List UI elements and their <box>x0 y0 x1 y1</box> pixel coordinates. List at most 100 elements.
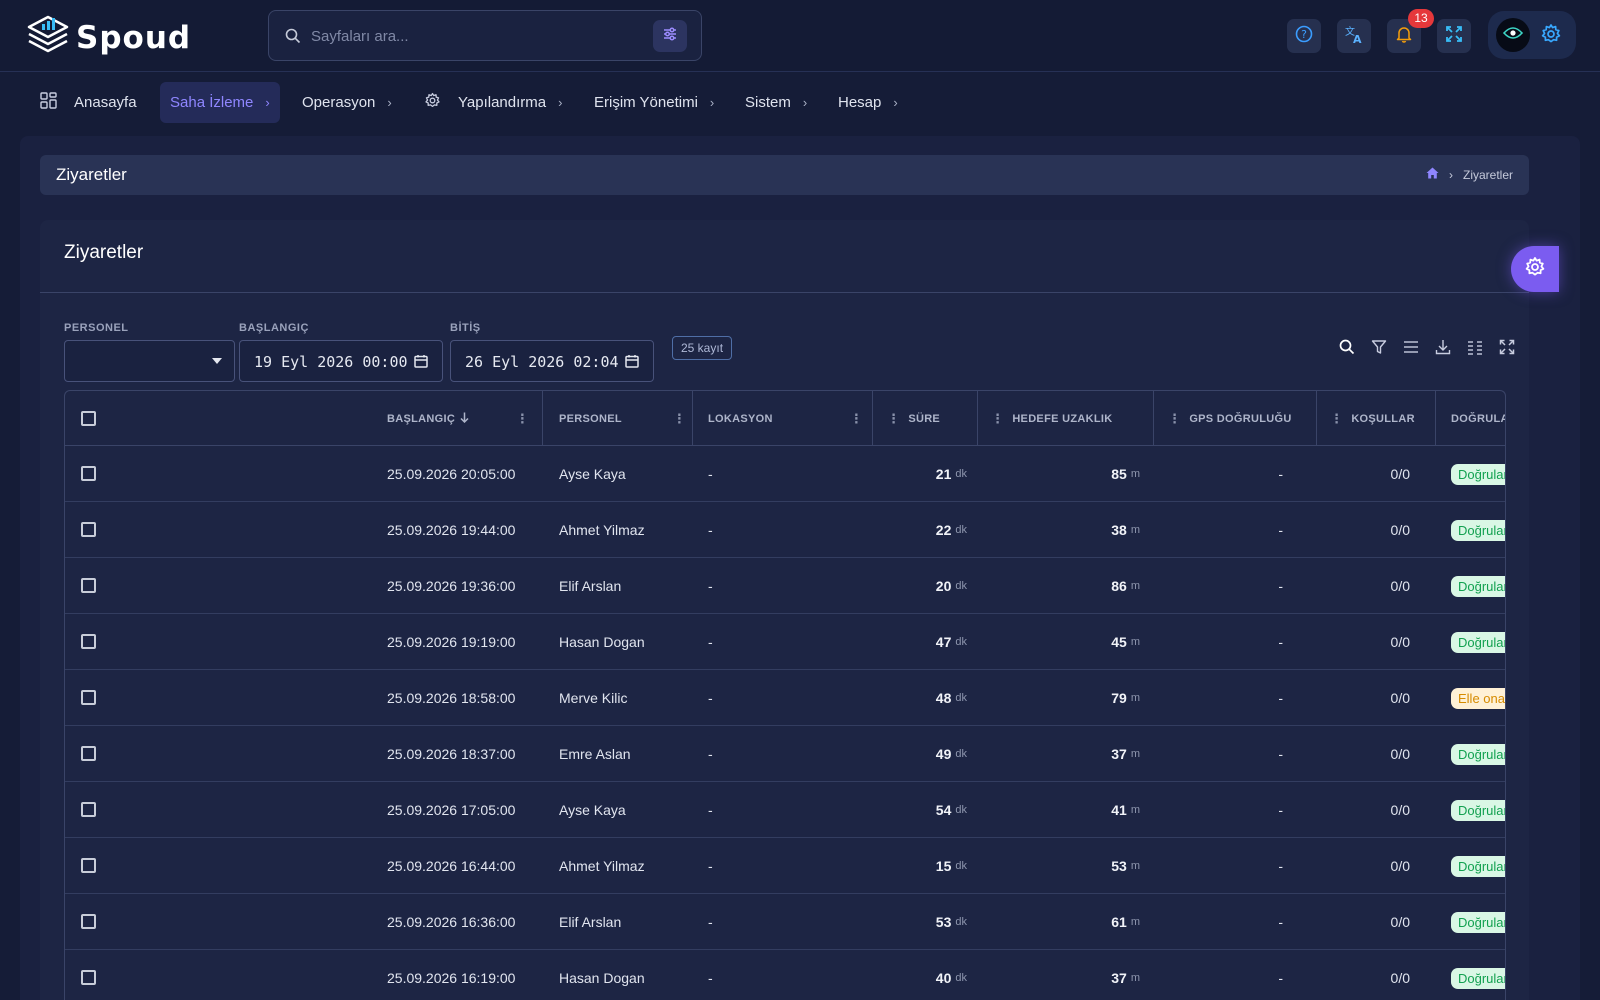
column-menu-icon[interactable]: ⋮ <box>516 411 529 427</box>
avatar[interactable] <box>1496 18 1530 52</box>
cell-lokasyon: - <box>708 802 713 818</box>
column-header-gps[interactable]: ⋮ GPS DOĞRULUĞU <box>1168 391 1318 446</box>
cell-dogrulama: Doğrulandı <box>1451 894 1505 950</box>
row-checkbox[interactable] <box>81 914 96 929</box>
cell-start: 25.09.2026 20:05:00 <box>387 466 516 482</box>
cell-hedef: 53 m <box>1111 838 1140 894</box>
start-date-input[interactable]: 19 Eyl 2026 00:00 <box>239 340 443 382</box>
cell-sure: 48 dk <box>936 670 967 726</box>
cell-hedef: 45 m <box>1111 614 1140 670</box>
column-menu-icon[interactable]: ⋮ <box>887 411 900 427</box>
row-checkbox[interactable] <box>81 802 96 817</box>
help-button[interactable]: ? <box>1287 19 1321 53</box>
column-header-personel[interactable]: PERSONEL ⋮ <box>559 391 692 446</box>
nav-item-operasyon[interactable]: Operasyon › <box>302 82 392 123</box>
column-header-dogrulama[interactable]: DOĞRULAMA <box>1451 391 1505 446</box>
cell-dogrulama: Doğrulandı <box>1451 726 1505 782</box>
notifications-badge: 13 <box>1408 9 1434 28</box>
row-checkbox[interactable] <box>81 746 96 761</box>
cell-lokasyon: - <box>708 858 713 874</box>
svg-text:?: ? <box>1301 28 1307 41</box>
logo[interactable]: Spoud <box>26 14 191 61</box>
cell-personel: Hasan Dogan <box>559 634 645 650</box>
column-header-label: BAŞLANGIÇ <box>387 412 456 425</box>
table-row[interactable]: 25.09.2026 19:44:00 Ahmet Yilmaz - 22 dk 38 m -… <box>65 502 1505 558</box>
page-title: Ziyaretler <box>56 165 127 184</box>
customizer-button[interactable] <box>1511 246 1559 292</box>
select-all-checkbox[interactable] <box>81 411 96 426</box>
filter-icon[interactable] <box>1370 338 1387 355</box>
search-icon[interactable] <box>1338 338 1355 355</box>
column-menu-icon[interactable]: ⋮ <box>1168 411 1181 427</box>
calendar-icon[interactable] <box>625 354 639 372</box>
nav-item-erisim-yonetimi[interactable]: Erişim Yönetimi › <box>594 82 714 123</box>
cell-gps: - <box>1278 466 1283 482</box>
column-header-sure[interactable]: ⋮ SÜRE <box>887 391 977 446</box>
row-checkbox[interactable] <box>81 858 96 873</box>
columns-icon[interactable] <box>1466 338 1483 355</box>
user-menu[interactable] <box>1488 11 1576 59</box>
fullscreen-button[interactable] <box>1437 19 1471 53</box>
column-menu-icon[interactable]: ⋮ <box>673 411 686 427</box>
search-filter-button[interactable] <box>653 20 687 52</box>
column-header-lokasyon[interactable]: LOKASYON ⋮ <box>708 391 869 446</box>
nav-item-yapilandirma[interactable]: Yapılandırma › <box>424 82 562 123</box>
cell-kosullar: 0/0 <box>1390 970 1410 986</box>
calendar-icon[interactable] <box>414 354 428 372</box>
distance-value: 79 <box>1111 690 1127 706</box>
distance-unit: m <box>1130 804 1140 816</box>
row-checkbox[interactable] <box>81 522 96 537</box>
settings-icon[interactable] <box>1540 23 1562 50</box>
table-row[interactable]: 25.09.2026 19:19:00 Hasan Dogan - 47 dk 45 m - 0… <box>65 614 1505 670</box>
row-checkbox[interactable] <box>81 466 96 481</box>
status-badge: Doğrulandı <box>1451 799 1505 821</box>
download-icon[interactable] <box>1434 338 1451 355</box>
column-menu-icon[interactable]: ⋮ <box>991 411 1004 427</box>
row-checkbox[interactable] <box>81 634 96 649</box>
table-row[interactable]: 25.09.2026 16:19:00 Hasan Dogan - 40 dk 37 m - 0… <box>65 950 1505 1000</box>
table-row[interactable]: 25.09.2026 16:36:00 Elif Arslan - 53 dk 61 m - 0… <box>65 894 1505 950</box>
table-row[interactable]: 25.09.2026 16:44:00 Ahmet Yilmaz - 15 dk 53 m -… <box>65 838 1505 894</box>
end-date-input[interactable]: 26 Eyl 2026 02:04 <box>450 340 654 382</box>
personel-select[interactable] <box>64 340 235 382</box>
table-row[interactable]: 25.09.2026 20:05:00 Ayse Kaya - 21 dk 85 m - 0/0… <box>65 446 1505 502</box>
cell-sure: 53 dk <box>936 894 967 950</box>
column-menu-icon[interactable]: ⋮ <box>850 411 863 427</box>
distance-unit: m <box>1130 580 1140 592</box>
table-row[interactable]: 25.09.2026 18:58:00 Merve Kilic - 48 dk 79 m - 0… <box>65 670 1505 726</box>
column-header-kosullar[interactable]: ⋮ KOŞULLAR <box>1330 391 1434 446</box>
table-row[interactable]: 25.09.2026 17:05:00 Ayse Kaya - 54 dk 41 m - 0/0… <box>65 782 1505 838</box>
search-input[interactable] <box>311 23 611 49</box>
row-checkbox[interactable] <box>81 690 96 705</box>
gear-icon <box>1524 256 1546 283</box>
row-checkbox[interactable] <box>81 970 96 985</box>
logo-text: Spoud <box>76 19 192 56</box>
table-row[interactable]: 25.09.2026 18:37:00 Emre Aslan - 49 dk 37 m - 0/… <box>65 726 1505 782</box>
density-icon[interactable] <box>1402 338 1419 355</box>
duration-unit: dk <box>955 580 967 592</box>
column-header-hedef[interactable]: ⋮ HEDEFE UZAKLIK <box>991 391 1151 446</box>
column-header-start[interactable]: BAŞLANGIÇ ⋮ <box>387 391 533 446</box>
cell-dogrulama: Doğrulandı <box>1451 614 1505 670</box>
language-button[interactable]: 文A <box>1337 19 1371 53</box>
nav-item-sistem[interactable]: Sistem › <box>745 82 807 123</box>
table-row[interactable]: 25.09.2026 19:36:00 Elif Arslan - 20 dk 86 m - 0… <box>65 558 1505 614</box>
distance-value: 45 <box>1111 634 1127 650</box>
nav-item-hesap[interactable]: Hesap › <box>838 82 898 123</box>
card-title: Ziyaretler <box>64 242 144 263</box>
row-checkbox[interactable] <box>81 578 96 593</box>
nav-item-anasayfa[interactable]: Anasayfa <box>40 82 137 123</box>
cell-sure: 49 dk <box>936 726 967 782</box>
column-menu-icon[interactable]: ⋮ <box>1330 411 1343 427</box>
cell-start: 25.09.2026 16:44:00 <box>387 858 516 874</box>
home-icon[interactable] <box>1426 167 1439 182</box>
cell-hedef: 79 m <box>1111 670 1140 726</box>
nav-item-saha-izleme[interactable]: Saha İzleme › <box>160 82 280 123</box>
distance-value: 41 <box>1111 802 1127 818</box>
cell-personel: Emre Aslan <box>559 746 631 762</box>
chevron-right-icon: › <box>558 95 563 110</box>
fullscreen-icon[interactable] <box>1498 338 1515 355</box>
status-badge: Doğrulandı <box>1451 911 1505 933</box>
svg-text:A: A <box>1353 33 1362 44</box>
cell-personel: Hasan Dogan <box>559 970 645 986</box>
